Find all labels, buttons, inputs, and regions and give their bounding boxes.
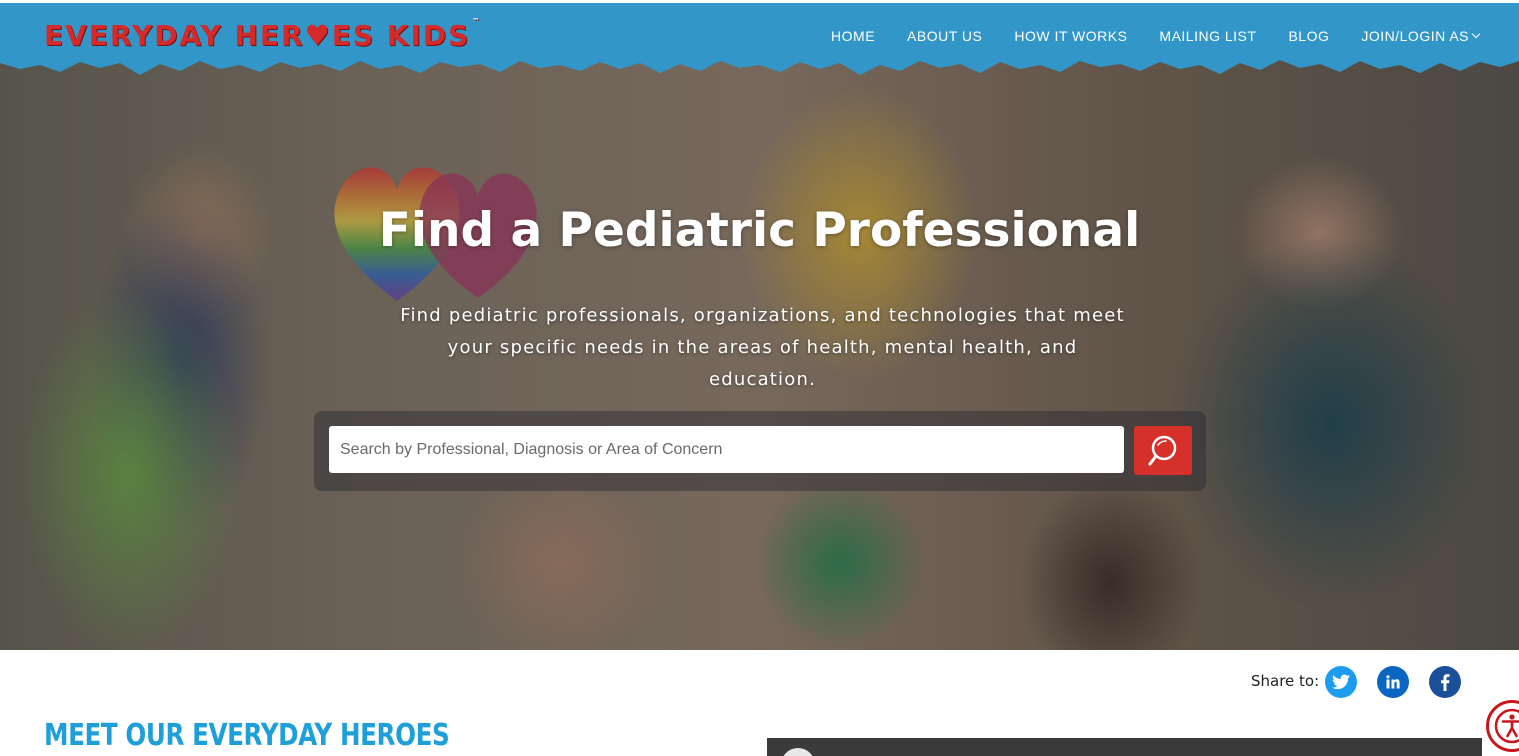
- hero-subtitle: Find pediatric professionals, organizati…: [400, 305, 1125, 390]
- search-icon: [1148, 435, 1177, 465]
- share-label: Share to:: [1251, 672, 1320, 690]
- site-logo[interactable]: EVERYDAY HER♥ES KIDS ™: [44, 17, 481, 53]
- video-player[interactable]: [767, 738, 1482, 756]
- nav-about-us[interactable]: ABOUT US: [907, 28, 982, 44]
- linkedin-icon: [1386, 675, 1400, 689]
- nav-join-login-dropdown[interactable]: JOIN/LOGIN AS: [1361, 28, 1481, 44]
- nav-blog[interactable]: BLOG: [1288, 28, 1329, 44]
- share-facebook-button[interactable]: [1429, 666, 1461, 698]
- nav-home[interactable]: HOME: [831, 28, 875, 44]
- share-linkedin-button[interactable]: [1377, 666, 1409, 698]
- section-title: MEET OUR EVERYDAY HEROES: [44, 718, 450, 753]
- chevron-down-icon: [1471, 29, 1481, 39]
- torn-edge-decoration: [0, 53, 1519, 75]
- accessibility-button[interactable]: [1486, 700, 1519, 752]
- share-twitter-button[interactable]: [1325, 666, 1357, 698]
- logo-text: EVERYDAY HER♥ES KIDS: [44, 18, 471, 52]
- nav-join-login-label: JOIN/LOGIN AS: [1361, 28, 1469, 44]
- logo-trademark: ™: [472, 17, 482, 25]
- twitter-icon: [1332, 674, 1350, 690]
- search-input[interactable]: [329, 426, 1124, 473]
- nav-how-it-works[interactable]: HOW IT WORKS: [1014, 28, 1127, 44]
- nav-mailing-list[interactable]: MAILING LIST: [1159, 28, 1256, 44]
- main-nav: HOME ABOUT US HOW IT WORKS MAILING LIST …: [831, 28, 1481, 44]
- facebook-icon: [1441, 673, 1450, 691]
- accessibility-icon: [1494, 708, 1519, 744]
- channel-avatar: [781, 748, 815, 756]
- search-button[interactable]: [1134, 426, 1192, 475]
- site-header: EVERYDAY HER♥ES KIDS ™ HOME ABOUT US HOW…: [0, 3, 1519, 75]
- hero-title: Find a Pediatric Professional: [378, 203, 1141, 258]
